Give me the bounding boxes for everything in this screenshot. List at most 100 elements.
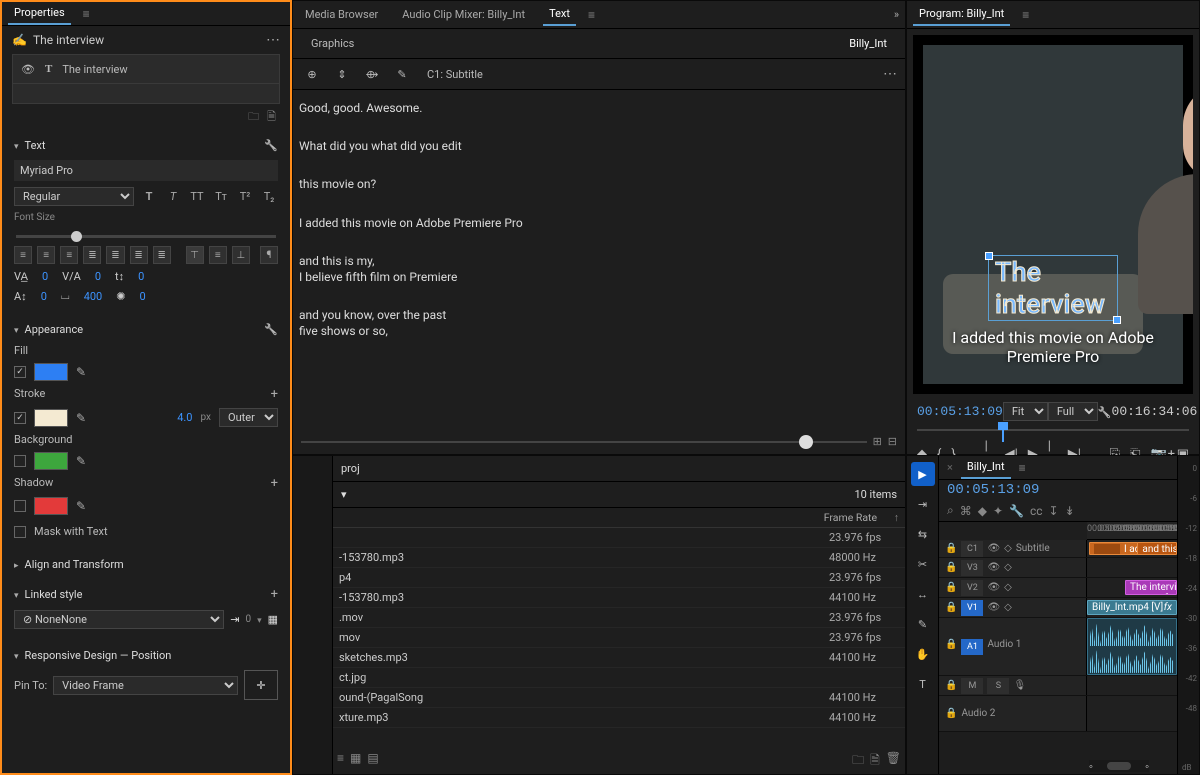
align-right-button[interactable]: ≡	[60, 246, 78, 264]
stroke-toggle[interactable]	[14, 412, 26, 424]
tab-media-browser[interactable]: Media Browser	[299, 4, 384, 25]
icon-view-icon[interactable]: ▦	[350, 751, 361, 772]
tracking-value[interactable]: 0	[42, 270, 48, 283]
background-toggle[interactable]	[14, 455, 26, 467]
layer-row[interactable]: 👁 T The interview	[12, 54, 280, 84]
justify-right-button[interactable]: ≣	[130, 246, 148, 264]
caption-line[interactable]: What did you what did you edit	[297, 134, 901, 158]
project-row[interactable]: xture.mp344100 Hz	[333, 708, 905, 728]
shadow-eyedropper-icon[interactable]	[76, 499, 86, 513]
font-family-select[interactable]: Myriad Pro	[14, 160, 278, 181]
valign-bot-button[interactable]: ⊥	[232, 246, 250, 264]
justify-center-button[interactable]: ≣	[106, 246, 124, 264]
section-appearance[interactable]: Appearance	[10, 319, 282, 340]
fill-swatch[interactable]	[34, 363, 68, 381]
smallcaps-button[interactable]: Tᴛ	[212, 190, 230, 203]
graphic-more-icon[interactable]	[266, 32, 280, 48]
subtab-sequence[interactable]: Billy_Int	[841, 33, 895, 54]
caption-style-icon[interactable]: ⇕	[331, 63, 353, 85]
background-eyedropper-icon[interactable]	[76, 454, 86, 468]
panel-menu-icon[interactable]	[588, 8, 595, 22]
hand-tool[interactable]: ✋	[911, 642, 935, 666]
project-row[interactable]: .mov23.976 fps	[333, 608, 905, 628]
close-sequence-icon[interactable]: ×	[947, 461, 953, 474]
panel-menu-icon[interactable]	[1022, 8, 1029, 22]
caption-line[interactable]: this movie on?	[297, 172, 901, 196]
justify-all-button[interactable]: ≣	[153, 246, 171, 264]
project-row[interactable]: -153780.mp344100 Hz	[333, 588, 905, 608]
properties-tab[interactable]: Properties	[8, 2, 71, 25]
new-bin-icon[interactable]: 🗀	[852, 751, 864, 772]
kerning-value[interactable]: 0	[95, 270, 101, 283]
tsume-value[interactable]: 400	[84, 290, 103, 303]
program-monitor[interactable]: The interview I added this movie on Adob…	[913, 35, 1193, 394]
panel-menu-icon[interactable]	[83, 7, 90, 21]
video-clip[interactable]: The interviewfx	[1125, 580, 1177, 595]
cc-icon[interactable]: cc	[1030, 504, 1043, 518]
slip-tool[interactable]: ↔	[911, 582, 935, 606]
project-search[interactable]: proj	[341, 462, 360, 475]
settings-wrench-icon[interactable]	[1098, 405, 1112, 419]
program-timecode[interactable]: 00:05:13:09	[917, 404, 1003, 419]
align-center-button[interactable]: ≡	[37, 246, 55, 264]
section-text[interactable]: Text	[10, 135, 282, 156]
pin-to-select[interactable]: Video Frame	[53, 676, 238, 695]
add-stroke-icon[interactable]	[271, 387, 278, 402]
split-caption-icon[interactable]: ⟴	[361, 63, 383, 85]
title-text-overlay[interactable]: The interview	[988, 255, 1118, 321]
video-clip[interactable]: Billy_Int.mp4 [V]fx	[1087, 600, 1177, 615]
freeform-view-icon[interactable]: ▤	[367, 751, 378, 772]
add-shadow-icon[interactable]	[271, 476, 278, 491]
delete-icon[interactable]: 🗑	[886, 751, 901, 772]
add-style-icon[interactable]	[271, 587, 278, 602]
timeline-zoom-bar[interactable]: ◦◦	[1089, 760, 1149, 772]
new-layer-icon[interactable]: 🗎	[267, 108, 276, 127]
push-style-icon[interactable]: ⇥	[230, 613, 239, 626]
section-align-transform[interactable]: Align and Transform	[10, 554, 282, 575]
zoom-fit-select[interactable]: Fit	[1003, 402, 1048, 421]
project-row[interactable]: ct.jpg	[333, 668, 905, 688]
audio-clip[interactable]	[1087, 618, 1177, 675]
section-responsive[interactable]: Responsive Design — Position	[10, 645, 282, 666]
rtl-button[interactable]: ¶	[260, 246, 278, 264]
new-item-icon[interactable]: 🗎	[870, 751, 880, 772]
shadow-toggle[interactable]	[14, 500, 26, 512]
section-linked-style[interactable]: Linked style	[10, 583, 282, 606]
caption-view-icon[interactable]: ⊞	[873, 435, 882, 448]
text-settings-icon[interactable]	[264, 139, 278, 152]
caption-zoom-scrubber[interactable]	[301, 441, 867, 443]
overwrite-icon[interactable]: ↡	[1065, 504, 1075, 518]
superscript-button[interactable]: T²	[236, 190, 254, 203]
caption-line[interactable]: Good, good. Awesome.	[297, 96, 901, 120]
background-swatch[interactable]	[34, 452, 68, 470]
edit-caption-icon[interactable]: ✎	[391, 63, 413, 85]
settings-cog-icon[interactable]: ✦	[993, 504, 1003, 518]
stroke-pos-select[interactable]: Outer	[219, 408, 278, 427]
new-group-icon[interactable]: 🗀	[248, 108, 259, 127]
valign-mid-button[interactable]: ≡	[209, 246, 227, 264]
panel-menu-icon[interactable]	[1019, 461, 1026, 475]
type-tool[interactable]: T	[911, 672, 935, 696]
justify-left-button[interactable]: ≣	[83, 246, 101, 264]
wrench-icon[interactable]: 🔧	[1009, 504, 1024, 518]
mask-toggle[interactable]	[14, 526, 26, 538]
project-row[interactable]: 23.976 fps	[333, 528, 905, 548]
caption-line[interactable]: and this is my, I believe fifth film on …	[297, 249, 901, 289]
add-caption-icon[interactable]: ⊕	[301, 63, 323, 85]
italic-button[interactable]: T	[164, 190, 182, 203]
layer-name[interactable]: The interview	[62, 63, 127, 76]
project-row[interactable]: p423.976 fps	[333, 568, 905, 588]
timeline-ruler[interactable]: 00:05:12:1200:05:13:0000:05:13:1200:05:1…	[1087, 522, 1177, 540]
visibility-eye-icon[interactable]: 👁	[21, 63, 35, 76]
style-grid-icon[interactable]: ▦	[268, 613, 278, 626]
tab-text[interactable]: Text	[543, 3, 576, 26]
font-style-select[interactable]: Regular	[14, 187, 134, 206]
graphic-name[interactable]: The interview	[33, 33, 104, 47]
appearance-settings-icon[interactable]	[264, 323, 278, 336]
subtab-graphics[interactable]: Graphics	[303, 33, 362, 54]
subscript-button[interactable]: T₂	[260, 190, 278, 203]
project-row[interactable]: -153780.mp348000 Hz	[333, 548, 905, 568]
stroke-swatch[interactable]	[34, 409, 68, 427]
razor-tool[interactable]: ✂	[911, 552, 935, 576]
shadow-swatch[interactable]	[34, 497, 68, 515]
